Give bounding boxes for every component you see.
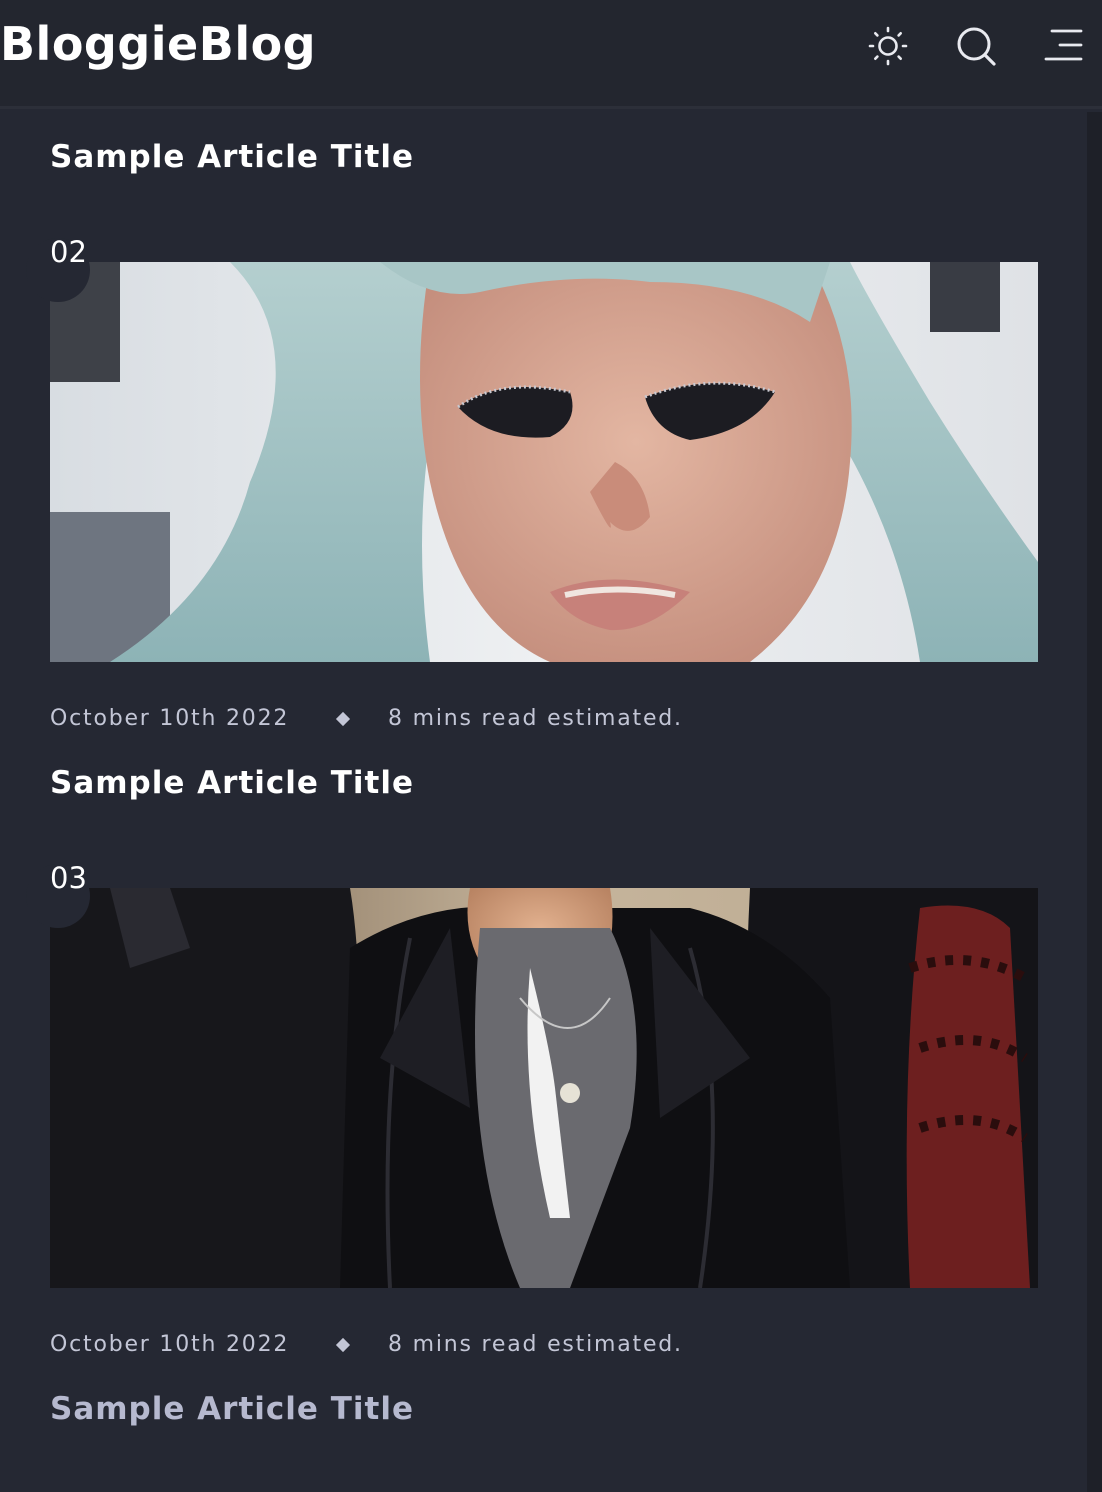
search-icon[interactable] bbox=[954, 24, 998, 68]
sun-icon[interactable] bbox=[866, 24, 910, 68]
article-read-time: 8 mins read estimated. bbox=[388, 706, 683, 731]
article-date: October 10th 2022 bbox=[50, 706, 290, 731]
article-number: 02 bbox=[50, 235, 87, 269]
article-number-badge: 03 bbox=[26, 861, 90, 928]
site-logo[interactable]: BloggieBlog bbox=[0, 14, 316, 74]
article-image[interactable] bbox=[50, 888, 1038, 1288]
article-number-badge: 02 bbox=[26, 235, 90, 302]
article-number: 03 bbox=[50, 861, 87, 895]
article-read-time: 8 mins read estimated. bbox=[388, 1332, 683, 1357]
scrollbar[interactable] bbox=[1087, 112, 1102, 1492]
article-title[interactable]: Sample Article Title bbox=[50, 137, 414, 177]
article-date: October 10th 2022 bbox=[50, 1332, 290, 1357]
article-image[interactable] bbox=[50, 262, 1038, 662]
article-title[interactable]: Sample Article Title bbox=[50, 1389, 414, 1429]
article-title[interactable]: Sample Article Title bbox=[50, 763, 414, 803]
top-navigation-bar: BloggieBlog bbox=[0, 0, 1102, 109]
menu-icon[interactable] bbox=[1042, 24, 1086, 68]
